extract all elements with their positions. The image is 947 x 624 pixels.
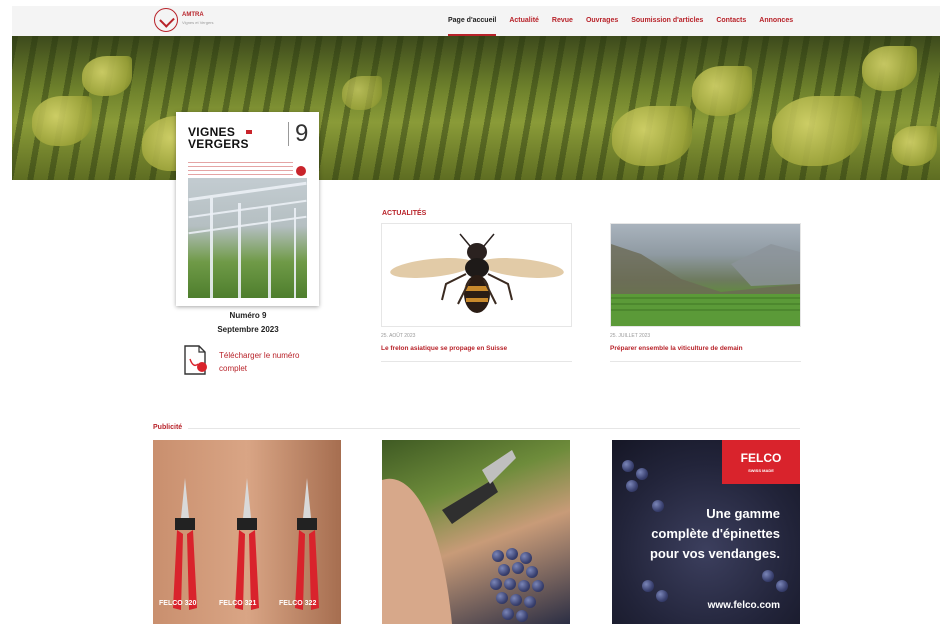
news-title[interactable]: Le frelon asiatique se propage en Suisse [381, 345, 572, 352]
nav-item-journal[interactable]: Revue [552, 6, 573, 36]
main-menu: Page d'accueil Actualité Revue Ouvrages … [448, 6, 806, 36]
pruner-321-icon [235, 478, 259, 610]
pruner-322-icon [295, 478, 319, 610]
pruner-model-320: FELCO 320 [159, 600, 197, 607]
ad-headline-line1: Une gamme [706, 506, 780, 521]
nav-item-books[interactable]: Ouvrages [586, 6, 618, 36]
site-logo[interactable]: AMTRA Vignes et Vergers [154, 8, 234, 34]
ad-website[interactable]: www.felco.com [708, 600, 780, 611]
felco-logo: FELCO SWISS MADE [722, 440, 800, 484]
nav-item-announcements[interactable]: Annonces [759, 6, 793, 36]
pruner-model-322: FELCO 322 [279, 600, 317, 607]
magazine-accent-mark [246, 130, 252, 134]
news-card[interactable]: 25. JUILLET 2023 Préparer ensemble la vi… [610, 223, 801, 362]
pdf-icon [184, 345, 207, 375]
grape-harvest-illustration [382, 450, 516, 624]
magazine-cover-title: VIGNES VERGERS [188, 125, 249, 151]
ads-section-title: Publicité [153, 424, 183, 431]
nav-item-submit-articles[interactable]: Soumission d'articles [631, 6, 703, 36]
news-separator [381, 361, 572, 362]
nav-item-contacts[interactable]: Contacts [716, 6, 746, 36]
ads-divider [188, 428, 800, 429]
download-issue-link[interactable]: Télécharger le numéro complet [183, 345, 323, 381]
ad-felco-pruners[interactable]: FELCO 320 FELCO 321 FELCO 322 [153, 440, 341, 624]
magazine-cover[interactable]: VIGNES VERGERS 9 [176, 112, 319, 306]
news-separator [610, 361, 801, 362]
news-image-vineyard [610, 223, 801, 327]
ad-grape-harvest[interactable] [382, 440, 570, 624]
download-issue-label: Télécharger le numéro complet [219, 351, 300, 373]
ad-felco-range[interactable]: FELCO SWISS MADE Une gamme complète d'ép… [612, 440, 800, 624]
news-section-title: ACTUALITÉS [382, 210, 427, 217]
hornet-illustration [390, 233, 564, 313]
logo-name: AMTRA [182, 12, 204, 18]
vineyard-hero-image [12, 36, 940, 180]
magazine-cover-number: 9 [288, 122, 308, 146]
news-date: 25. AOÛT 2023 [381, 333, 416, 339]
news-title[interactable]: Préparer ensemble la viticulture de dema… [610, 345, 801, 352]
ad-headline-line3: pour vos vendanges. [649, 546, 780, 561]
issue-number: Numéro 9 [229, 311, 267, 320]
magazine-cover-photo [188, 178, 307, 298]
news-card[interactable]: 25. AOÛT 2023 Le frelon asiatique se pro… [381, 223, 572, 362]
pruner-model-321: FELCO 321 [219, 600, 257, 607]
news-image-hornet [381, 223, 572, 327]
nav-item-home[interactable]: Page d'accueil [448, 6, 497, 36]
top-navigation-bar: AMTRA Vignes et Vergers Page d'accueil A… [12, 6, 940, 36]
pruner-320-icon [173, 478, 197, 610]
magazine-badge-icon [296, 166, 306, 176]
issue-date: Septembre 2023 [217, 325, 279, 334]
ad-headline-line2: complète d'épinettes [651, 526, 780, 541]
logo-emblem-icon [154, 8, 178, 32]
mountain-illustration [611, 244, 800, 326]
news-date: 25. JUILLET 2023 [610, 333, 651, 339]
magazine-cover-headlines [188, 162, 293, 176]
logo-subtitle: Vignes et Vergers [182, 20, 214, 25]
nav-item-news[interactable]: Actualité [509, 6, 539, 36]
